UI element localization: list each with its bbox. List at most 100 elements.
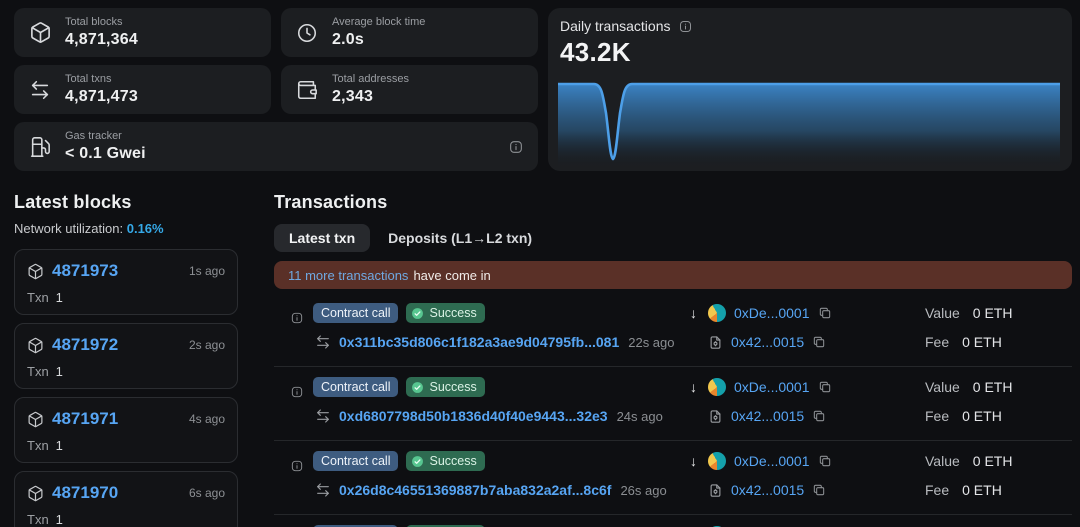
block-txn-count[interactable]: 1 (56, 512, 63, 527)
block-number-link[interactable]: 4871971 (52, 409, 118, 429)
tx-age: 22s ago (628, 335, 674, 350)
block-number-link[interactable]: 4871970 (52, 483, 118, 503)
block-txn-count[interactable]: 1 (56, 290, 63, 305)
cube-icon (27, 485, 44, 502)
tab-deposits[interactable]: Deposits (L1→L2 txn) (380, 224, 540, 252)
info-icon[interactable] (290, 311, 304, 325)
daily-transactions-card: Daily transactions 43.2K (548, 8, 1072, 171)
jazzicon-avatar (708, 304, 726, 322)
value-amount: 0 ETH (973, 453, 1013, 469)
daily-transactions-chart (558, 81, 1060, 169)
fee-amount: 0 ETH (962, 482, 1002, 498)
cube-icon (28, 21, 52, 44)
block-card: 4871972 2s ago Txn 1 (14, 323, 238, 389)
copy-icon[interactable] (812, 335, 826, 349)
to-address-link[interactable]: 0x42...0015 (731, 482, 804, 498)
tx-status-badge: Success (406, 303, 484, 323)
tab-latest-txn[interactable]: Latest txn (274, 224, 370, 252)
copy-icon[interactable] (818, 454, 832, 468)
tx-hash-link[interactable]: 0xd6807798d50b1836d40f40e9443...32e3 (339, 408, 608, 424)
block-number-link[interactable]: 4871973 (52, 261, 118, 281)
block-txn-count[interactable]: 1 (56, 438, 63, 453)
tx-status-badge: Success (406, 451, 484, 471)
value-amount: 0 ETH (973, 305, 1013, 321)
value-label: Value (925, 453, 960, 469)
tx-type-badge: Contract call (313, 377, 398, 397)
fee-label: Fee (925, 482, 949, 498)
block-txn-label: Txn (27, 290, 49, 305)
info-icon[interactable] (290, 459, 304, 473)
stat-card-gas-tracker: Gas tracker < 0.1 Gwei (14, 122, 538, 171)
contract-icon (708, 335, 723, 350)
latest-blocks-panel: Latest blocks Network utilization: 0.16%… (14, 192, 238, 527)
table-row: Contract call Success 0xd6807798d50b1836… (274, 367, 1072, 441)
stat-card-total-addresses: Total addresses 2,343 (281, 65, 538, 114)
cube-icon (27, 263, 44, 280)
fee-label: Fee (925, 334, 949, 350)
tx-type-badge: Contract call (313, 451, 398, 471)
block-age: 2s ago (189, 338, 225, 352)
gas-pump-icon (28, 136, 52, 158)
stats-section: Total blocks 4,871,364 Average block tim… (0, 0, 1080, 171)
transactions-title: Transactions (274, 192, 1072, 212)
info-icon[interactable] (290, 385, 304, 399)
value-amount: 0 ETH (973, 379, 1013, 395)
copy-icon[interactable] (812, 483, 826, 497)
arrow-down-icon: ↓ (687, 453, 700, 469)
block-card: 4871970 6s ago Txn1 (14, 471, 238, 527)
copy-icon[interactable] (818, 306, 832, 320)
tx-hash-link[interactable]: 0x311bc35d806c1f182a3ae9d04795fb...081 (339, 334, 619, 350)
block-age: 6s ago (189, 486, 225, 500)
chart-title: Daily transactions (560, 18, 671, 34)
main-content: Latest blocks Network utilization: 0.16%… (0, 192, 1080, 527)
chart-current-value: 43.2K (560, 37, 1060, 68)
tx-hash-link[interactable]: 0x26d8c46551369887b7aba832a2af...8c6f (339, 482, 611, 498)
from-address-link[interactable]: 0xDe...0001 (734, 453, 810, 469)
cube-icon (27, 411, 44, 428)
contract-icon (708, 409, 723, 424)
alert-text: have come in (413, 268, 490, 283)
block-txn-count[interactable]: 1 (56, 364, 63, 379)
copy-icon[interactable] (812, 409, 826, 423)
network-utilization-label: Network utilization: (14, 221, 123, 236)
clock-icon (295, 22, 319, 44)
cube-icon (27, 337, 44, 354)
from-address-link[interactable]: 0xDe...0001 (734, 305, 810, 321)
latest-blocks-title: Latest blocks (14, 192, 238, 212)
tx-age: 26s ago (620, 483, 666, 498)
jazzicon-avatar (708, 452, 726, 470)
jazzicon-avatar (708, 378, 726, 396)
table-row: Contract call Success 0x26d8c46551369887… (274, 441, 1072, 515)
tx-status-badge: Success (406, 377, 484, 397)
block-number-link[interactable]: 4871972 (52, 335, 118, 355)
check-circle-icon (411, 307, 424, 320)
stat-label: Total txns (65, 73, 138, 86)
block-card: 4871971 4s ago Txn1 (14, 397, 238, 463)
block-card: 4871973 1s ago Txn1 (14, 249, 238, 315)
wallet-icon (295, 79, 319, 101)
transactions-tabs: Latest txn Deposits (L1→L2 txn) (274, 224, 1072, 252)
stat-value: 4,871,364 (65, 30, 138, 49)
contract-icon (708, 483, 723, 498)
fee-label: Fee (925, 408, 949, 424)
stat-label: Average block time (332, 16, 425, 29)
copy-icon[interactable] (818, 380, 832, 394)
transfer-icon (315, 334, 331, 350)
info-icon[interactable] (678, 19, 693, 34)
info-icon[interactable] (508, 139, 524, 155)
new-transactions-link[interactable]: 11 more transactions (288, 268, 408, 283)
from-address-link[interactable]: 0xDe...0001 (734, 379, 810, 395)
stat-label: Total addresses (332, 73, 409, 86)
fee-amount: 0 ETH (962, 408, 1002, 424)
block-txn-label: Txn (27, 364, 49, 379)
to-address-link[interactable]: 0x42...0015 (731, 334, 804, 350)
arrow-down-icon: ↓ (687, 305, 700, 321)
block-list: 4871973 1s ago Txn1 4871972 2s ago Txn1 (14, 249, 238, 527)
transfer-icon (28, 79, 52, 101)
chart-area-fill (558, 84, 1060, 169)
block-txn-label: Txn (27, 438, 49, 453)
to-address-link[interactable]: 0x42...0015 (731, 408, 804, 424)
tx-type-badge: Contract call (313, 303, 398, 323)
arrow-down-icon: ↓ (687, 379, 700, 395)
stat-value: 4,871,473 (65, 87, 138, 106)
